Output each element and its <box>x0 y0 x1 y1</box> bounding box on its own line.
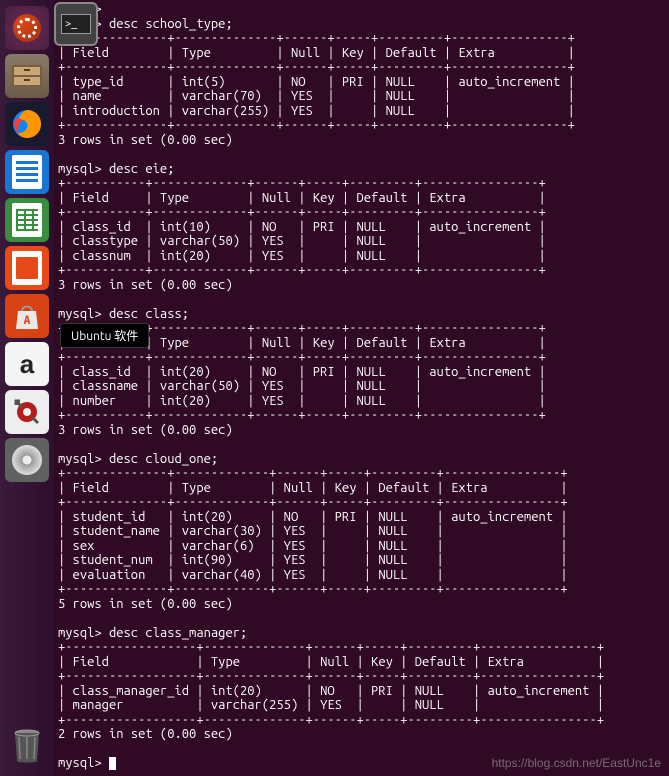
cursor <box>109 757 116 770</box>
watermark-text: https://blog.csdn.net/EastUnc1e <box>492 756 661 770</box>
unity-launcher: A a >_ <box>0 0 54 776</box>
amazon-icon[interactable]: a <box>5 342 49 386</box>
firefox-icon[interactable] <box>5 102 49 146</box>
calc-icon[interactable] <box>5 198 49 242</box>
terminal-icon[interactable]: >_ <box>54 2 98 46</box>
presentation-icon <box>12 251 42 285</box>
shopping-bag-icon: A <box>14 301 40 331</box>
settings-icon[interactable] <box>5 390 49 434</box>
files-icon[interactable] <box>5 54 49 98</box>
disk-icon[interactable] <box>5 438 49 482</box>
spreadsheet-icon <box>12 203 42 237</box>
writer-icon[interactable] <box>5 150 49 194</box>
ubuntu-logo-icon <box>13 14 41 42</box>
dash-icon[interactable] <box>5 6 49 50</box>
trash-icon[interactable] <box>5 724 49 768</box>
cd-icon <box>12 445 42 475</box>
terminal-text: mysql> mysql> desc school_type; +-------… <box>58 2 604 770</box>
trash-bin-icon <box>11 727 43 765</box>
software-center-icon[interactable]: A <box>5 294 49 338</box>
wrench-gear-icon <box>12 397 42 427</box>
firefox-logo-icon <box>9 106 45 142</box>
impress-icon[interactable] <box>5 246 49 290</box>
launcher-tooltip: Ubuntu 软件 <box>60 323 149 348</box>
terminal-prompt-icon: >_ <box>61 14 91 34</box>
document-icon <box>12 155 42 189</box>
drawer-icon <box>10 61 44 91</box>
svg-text:A: A <box>24 314 31 327</box>
amazon-logo-icon: a <box>20 349 34 380</box>
terminal-output[interactable]: mysql> mysql> desc school_type; +-------… <box>54 0 669 776</box>
